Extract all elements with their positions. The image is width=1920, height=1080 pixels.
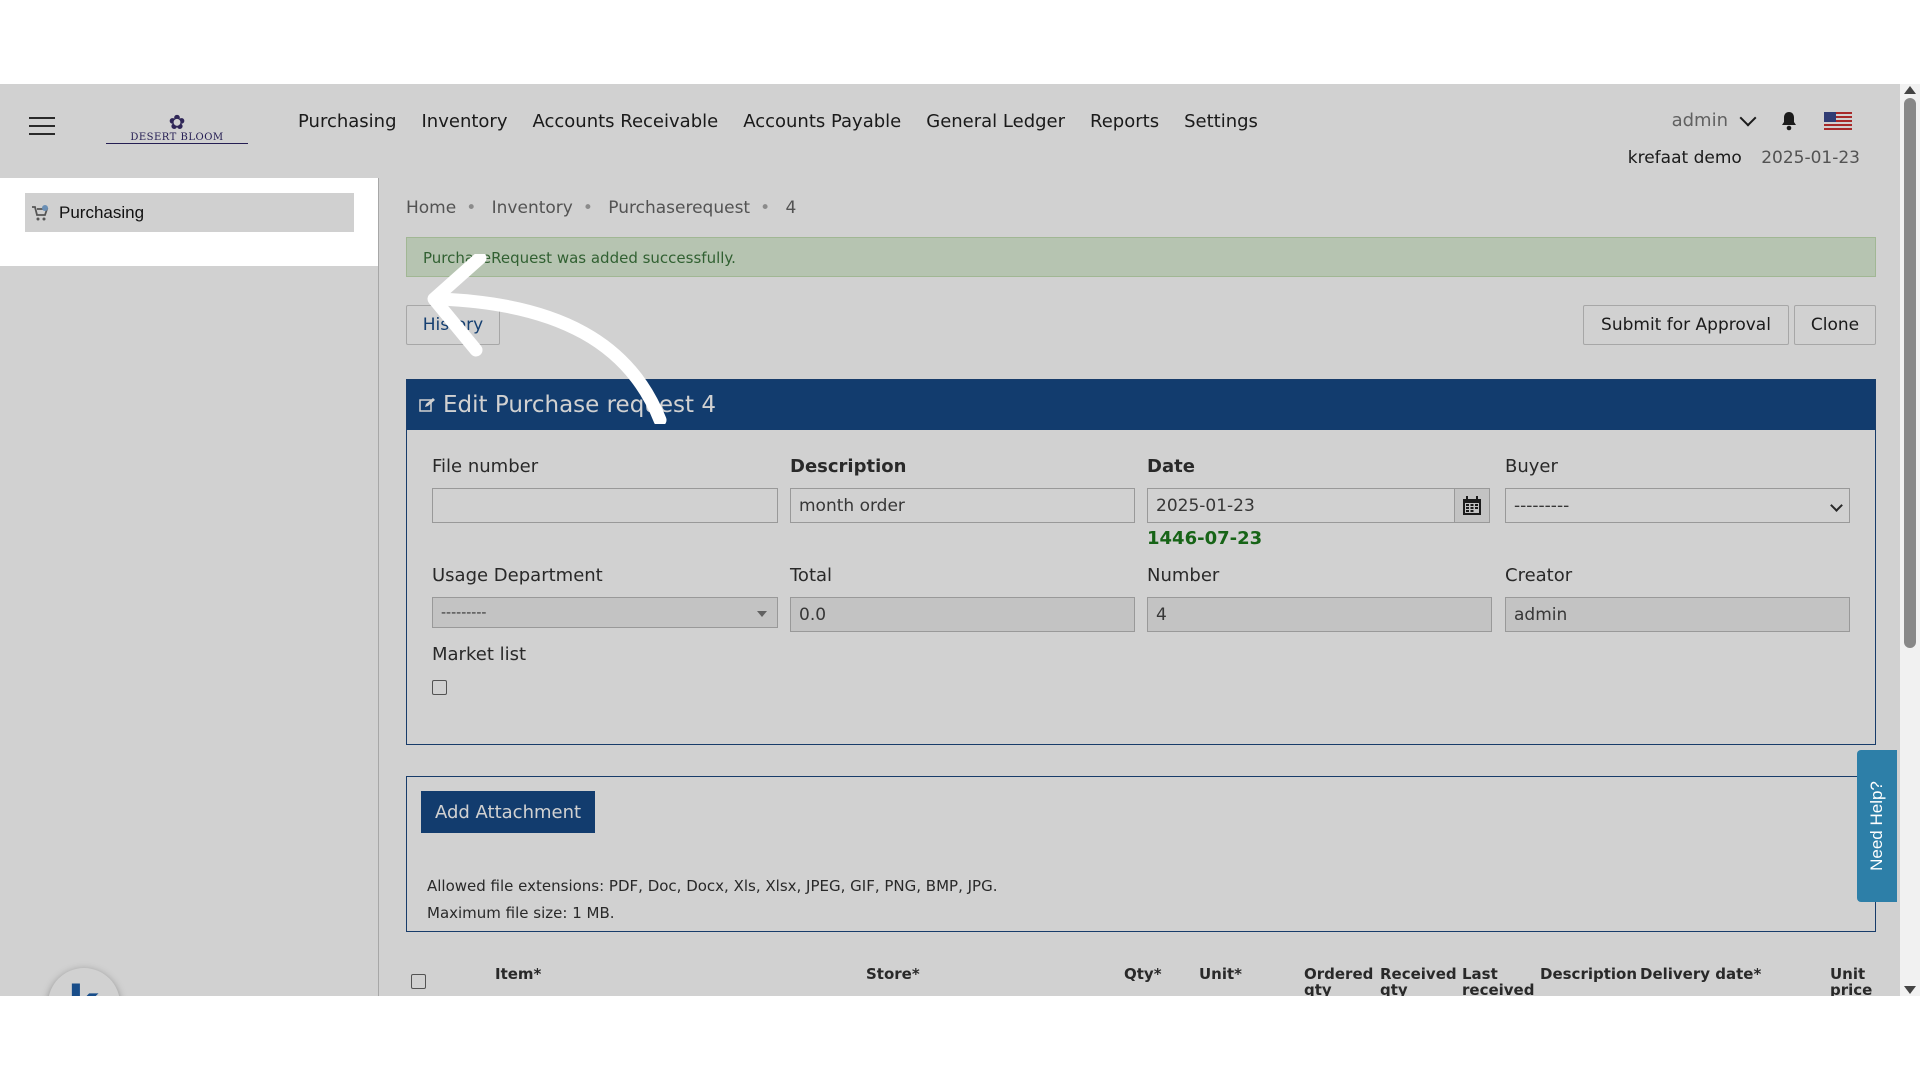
total-label: Total [790, 565, 833, 586]
usage-department-select[interactable]: --------- [432, 597, 778, 628]
breadcrumb: Home • Inventory • Purchaserequest • 4 [406, 198, 797, 218]
chevron-down-icon [1830, 499, 1843, 512]
sidebar-item-label: Purchasing [59, 202, 145, 222]
chevron-down-icon[interactable] [1739, 109, 1757, 126]
menu-icon[interactable] [29, 117, 55, 137]
main-content: Home • Inventory • Purchaserequest • 4 Purc… [378, 178, 1900, 996]
max-file-size-note: Maximum file size: 1 MB. [427, 904, 615, 922]
top-navbar: ✿ DESERT BLOOM Purchasing Inventory Acco… [0, 84, 1900, 178]
buyer-select-value: --------- [1514, 495, 1570, 516]
user-area: admin [1672, 109, 1852, 131]
hijri-date: 1446-07-23 [1147, 528, 1263, 549]
col-delivery-date: Delivery date* [1640, 965, 1762, 983]
us-flag-icon[interactable] [1824, 111, 1852, 130]
description-label: Description [790, 456, 907, 477]
col-description: Description [1540, 965, 1638, 983]
form-title: Edit Purchase request 4 [443, 392, 716, 418]
file-number-input[interactable] [432, 488, 778, 523]
clone-button[interactable]: Clone [1794, 305, 1876, 345]
sidebar-item-purchasing[interactable]: Purchasing [25, 193, 354, 232]
breadcrumb-home[interactable]: Home [406, 198, 456, 218]
scroll-down-arrow-icon[interactable] [1904, 986, 1916, 994]
number-field: 4 [1147, 597, 1492, 632]
creator-label: Creator [1505, 565, 1573, 586]
col-item: Item* [495, 965, 542, 983]
attachment-panel: Add Attachment Allowed file extensions: … [406, 776, 1876, 932]
breadcrumb-current: 4 [785, 198, 797, 218]
sidebar: Purchasing k 39 [0, 178, 379, 996]
current-date: 2025-01-23 [1761, 148, 1860, 168]
edit-form-panel: Edit Purchase request 4 File number Desc… [406, 379, 1876, 745]
date-input[interactable]: 2025-01-23 [1147, 488, 1455, 523]
calendar-icon[interactable] [1454, 488, 1490, 523]
description-input[interactable]: month order [790, 488, 1135, 523]
company-info: krefaat demo 2025-01-23 [1628, 148, 1860, 168]
col-received-qty: Received qty [1380, 965, 1457, 996]
scroll-up-arrow-icon[interactable] [1904, 86, 1916, 94]
col-qty: Qty* [1124, 965, 1162, 983]
kloud-assistant-button[interactable]: k 39 [48, 968, 120, 996]
flower-icon: ✿ [168, 110, 186, 134]
user-menu[interactable]: admin [1672, 110, 1728, 131]
select-all-checkbox[interactable] [411, 974, 426, 989]
need-help-tab[interactable]: Need Help? [1857, 750, 1897, 902]
nav-general-ledger[interactable]: General Ledger [926, 111, 1065, 132]
buyer-label: Buyer [1505, 456, 1558, 477]
company-name: krefaat demo [1627, 148, 1742, 168]
dropdown-triangle-icon [757, 611, 767, 617]
usage-department-label: Usage Department [432, 565, 603, 586]
buyer-select[interactable]: --------- [1505, 488, 1850, 523]
number-label: Number [1147, 565, 1220, 586]
creator-field: admin [1505, 597, 1850, 632]
col-unit-price: Unit price [1830, 965, 1873, 996]
k-logo-icon: k [68, 976, 99, 996]
breadcrumb-purchaserequest[interactable]: Purchaserequest [608, 198, 750, 218]
total-field: 0.0 [790, 597, 1135, 632]
nav-settings[interactable]: Settings [1184, 111, 1258, 132]
usage-department-value: --------- [441, 604, 487, 621]
scrollbar[interactable] [1900, 84, 1920, 996]
success-alert: PurchaseRequest was added successfully. [406, 237, 1876, 277]
submit-for-approval-button[interactable]: Submit for Approval [1583, 305, 1789, 345]
add-attachment-button[interactable]: Add Attachment [421, 791, 595, 833]
nav-reports[interactable]: Reports [1090, 111, 1159, 132]
nav-accounts-payable[interactable]: Accounts Payable [743, 111, 901, 132]
bell-icon[interactable] [1780, 111, 1798, 131]
date-label: Date [1147, 456, 1195, 477]
file-number-label: File number [432, 456, 539, 477]
nav-inventory[interactable]: Inventory [422, 111, 508, 132]
items-table-header: Item* Store* Qty* Unit* Ordered qty Rece… [406, 958, 1876, 996]
market-list-label: Market list [432, 644, 527, 665]
col-unit: Unit* [1199, 965, 1243, 983]
need-help-label: Need Help? [1867, 781, 1886, 871]
edit-icon [419, 398, 435, 412]
market-list-checkbox[interactable] [432, 680, 447, 695]
history-button[interactable]: History [406, 305, 500, 345]
breadcrumb-inventory[interactable]: Inventory [492, 198, 573, 218]
app-screen: ✿ DESERT BLOOM Purchasing Inventory Acco… [0, 84, 1920, 996]
allowed-extensions-note: Allowed file extensions: PDF, Doc, Docx,… [427, 877, 998, 895]
main-menu: Purchasing Inventory Accounts Receivable… [298, 111, 1283, 132]
col-ordered-qty: Ordered qty [1304, 965, 1374, 996]
nav-accounts-receivable[interactable]: Accounts Receivable [532, 111, 718, 132]
col-store: Store* [866, 965, 920, 983]
cart-icon [32, 204, 49, 220]
company-logo[interactable]: ✿ DESERT BLOOM [106, 112, 248, 146]
nav-purchasing[interactable]: Purchasing [298, 111, 397, 132]
panel-header: Edit Purchase request 4 [407, 380, 1875, 430]
col-last-received: Last received [1462, 965, 1535, 996]
scrollbar-thumb[interactable] [1904, 98, 1916, 648]
